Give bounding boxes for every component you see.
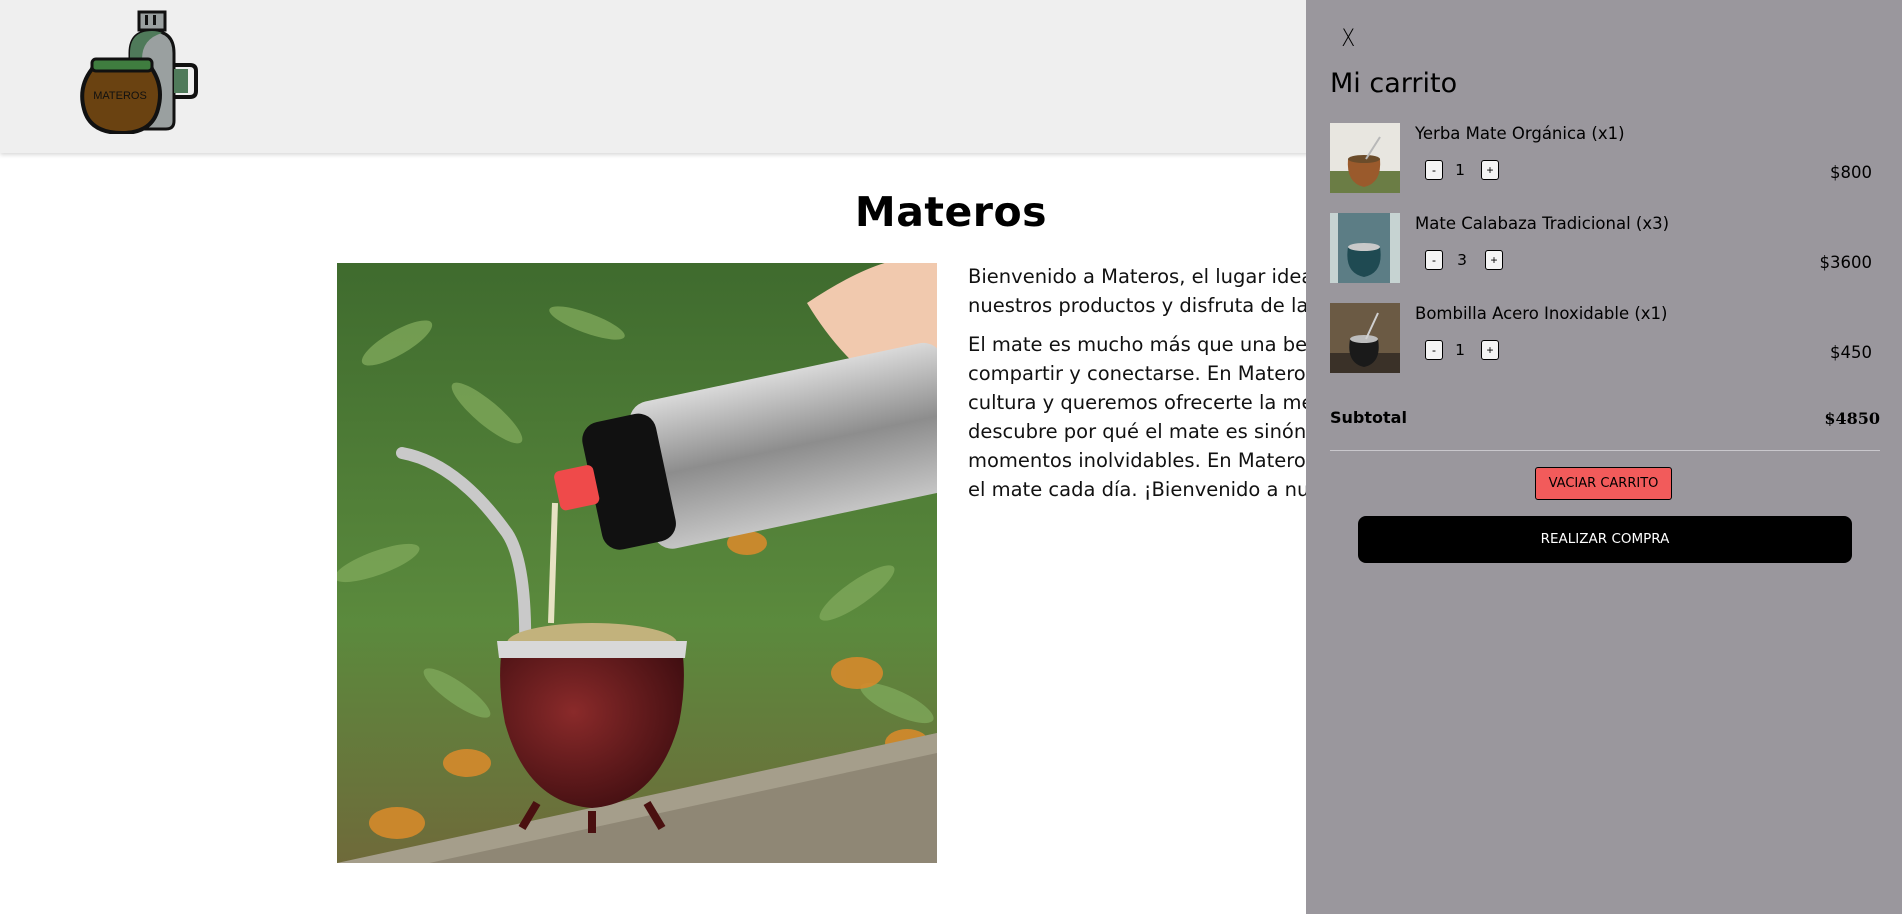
checkout-button[interactable]: REALIZAR COMPRA (1358, 516, 1852, 563)
svg-text:MATEROS: MATEROS (93, 90, 147, 102)
text-line: El mate es mucho más que una be (968, 333, 1308, 356)
text-line: descubre por qué el mate es sinóni (968, 420, 1312, 443)
hero-image-mate-pouring (337, 263, 937, 863)
materos-logo-icon[interactable]: MATEROS (78, 9, 203, 134)
text-line: el mate cada día. ¡Bienvenido a nu (968, 478, 1310, 501)
empty-cart-button[interactable]: VACIAR CARRITO (1535, 467, 1672, 500)
cart-title: Mi carrito (1330, 68, 1458, 99)
subtotal-value: $4850 (1824, 409, 1880, 428)
item-name: Yerba Mate Orgánica (x1) (1415, 124, 1625, 143)
item-price: $450 (1830, 343, 1872, 362)
cart-item: Yerba Mate Orgánica (x1) - 1 + $800 (1330, 123, 1882, 195)
quantity-value: 1 (1455, 161, 1465, 179)
text-line: compartir y conectarse. En Materos (968, 362, 1316, 385)
close-cart-button[interactable]: X (1341, 24, 1355, 52)
mate-calabaza-image-icon (1330, 213, 1400, 283)
decrease-quantity-button[interactable]: - (1425, 250, 1443, 270)
cart-panel: X Mi carrito Yerba Mate Orgánica (x1) - … (1306, 0, 1902, 914)
increase-quantity-button[interactable]: + (1485, 250, 1503, 270)
text-line: momentos inolvidables. En Materos (968, 449, 1316, 472)
bombilla-image-icon (1330, 303, 1400, 373)
item-price: $3600 (1819, 253, 1873, 272)
text-line: Bienvenido a Materos, el lugar idea (968, 265, 1314, 288)
item-name: Bombilla Acero Inoxidable (x1) (1415, 304, 1668, 323)
increase-quantity-button[interactable]: + (1481, 160, 1499, 180)
cart-item: Bombilla Acero Inoxidable (x1) - 1 + $45… (1330, 303, 1882, 375)
product-thumbnail (1330, 303, 1400, 373)
yerba-mate-image-icon (1330, 123, 1400, 193)
cart-item: Mate Calabaza Tradicional (x3) - 3 + $36… (1330, 213, 1882, 285)
subtotal-label: Subtotal (1330, 408, 1407, 427)
text-line: cultura y queremos ofrecerte la me (968, 391, 1314, 414)
mate-photo-icon (337, 263, 937, 863)
divider (1330, 450, 1880, 451)
quantity-value: 3 (1457, 251, 1467, 269)
quantity-value: 1 (1455, 341, 1465, 359)
item-price: $800 (1830, 163, 1872, 182)
item-name: Mate Calabaza Tradicional (x3) (1415, 214, 1670, 233)
product-thumbnail (1330, 123, 1400, 193)
decrease-quantity-button[interactable]: - (1425, 340, 1443, 360)
text-line: nuestros productos y disfruta de la (968, 294, 1309, 317)
increase-quantity-button[interactable]: + (1481, 340, 1499, 360)
decrease-quantity-button[interactable]: - (1425, 160, 1443, 180)
product-thumbnail (1330, 213, 1400, 283)
